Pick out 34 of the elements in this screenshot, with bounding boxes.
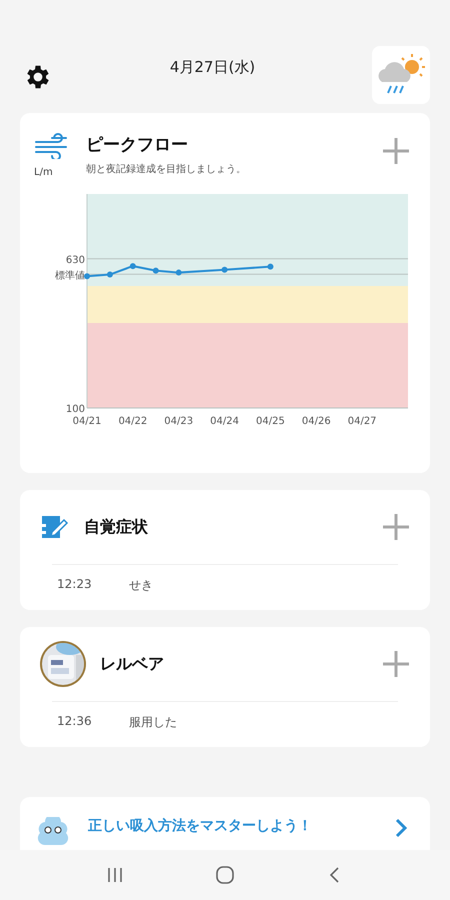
card-subtitle: 朝と夜記録達成を目指しましょう。 [86, 162, 247, 176]
date-label: 4月27日(水) [170, 58, 256, 77]
card-title: レルベア [100, 654, 165, 674]
y-tick-label: 100 [66, 404, 85, 415]
x-tick-label: 04/23 [164, 416, 194, 427]
entry-time: 12:36 [57, 714, 93, 730]
point [267, 264, 274, 270]
wind-icon [34, 133, 70, 159]
banner-title: 正しい吸入方法をマスターしよう！ [88, 817, 313, 835]
entry-text: 服用した [129, 714, 177, 731]
point [106, 272, 113, 278]
chevron-right-icon [394, 817, 408, 839]
recent-apps-icon[interactable] [105, 865, 125, 885]
entry-text: せき [129, 577, 153, 594]
x-tick-label: 04/22 [118, 416, 148, 427]
card-title: 自覚症状 [84, 516, 149, 538]
point [222, 266, 228, 273]
unit-label: L/m [34, 167, 53, 178]
x-tick-label: 04/27 [348, 416, 377, 427]
x-tick-label: 04/26 [302, 416, 331, 427]
x-tick-label: 04/21 [72, 416, 102, 427]
card-title: ピークフロー [86, 134, 189, 156]
banner-card[interactable]: 正しい吸入方法をマスターしよう！ [20, 797, 430, 850]
point [152, 268, 159, 274]
x-tick-label: 04/25 [256, 416, 285, 427]
notepad-pen-icon [40, 514, 70, 540]
point [176, 270, 182, 276]
y-tick-label: 630 [66, 254, 85, 266]
point [130, 263, 136, 270]
mascot-icon [36, 817, 70, 847]
x-tick-label: 04/24 [210, 416, 239, 427]
home-icon[interactable] [215, 865, 235, 885]
entry-time: 12:23 [57, 577, 93, 593]
y-tick-label: 標準値 [55, 270, 85, 282]
